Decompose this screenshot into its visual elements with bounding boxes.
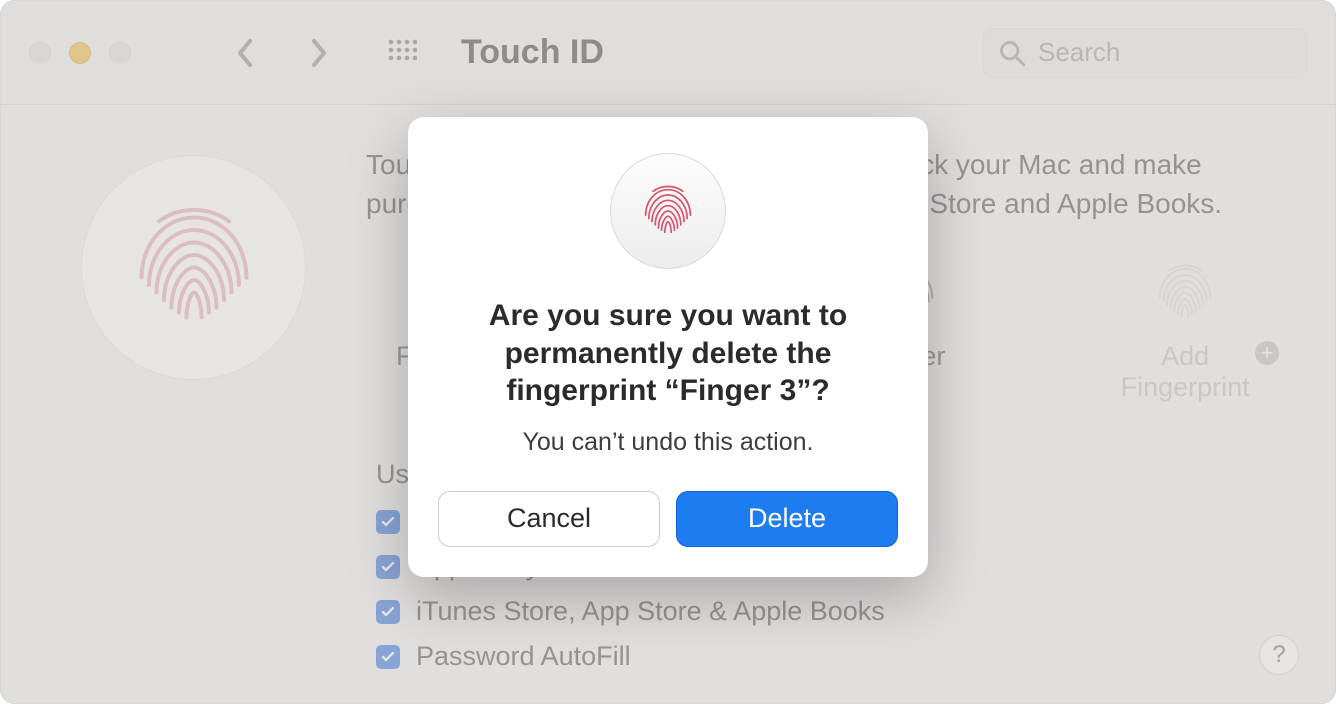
dialog-fingerprint-icon (610, 153, 726, 269)
delete-fingerprint-dialog: Are you sure you want to permanently del… (408, 117, 928, 577)
dialog-subtitle: You can’t undo this action. (438, 428, 898, 457)
preferences-window: Touch ID Search Touch ID lets you use yo… (0, 0, 1336, 704)
dialog-title: Are you sure you want to permanently del… (448, 297, 888, 410)
cancel-button[interactable]: Cancel (438, 491, 660, 547)
delete-button[interactable]: Delete (676, 491, 898, 547)
fingerprint-icon (636, 173, 700, 249)
